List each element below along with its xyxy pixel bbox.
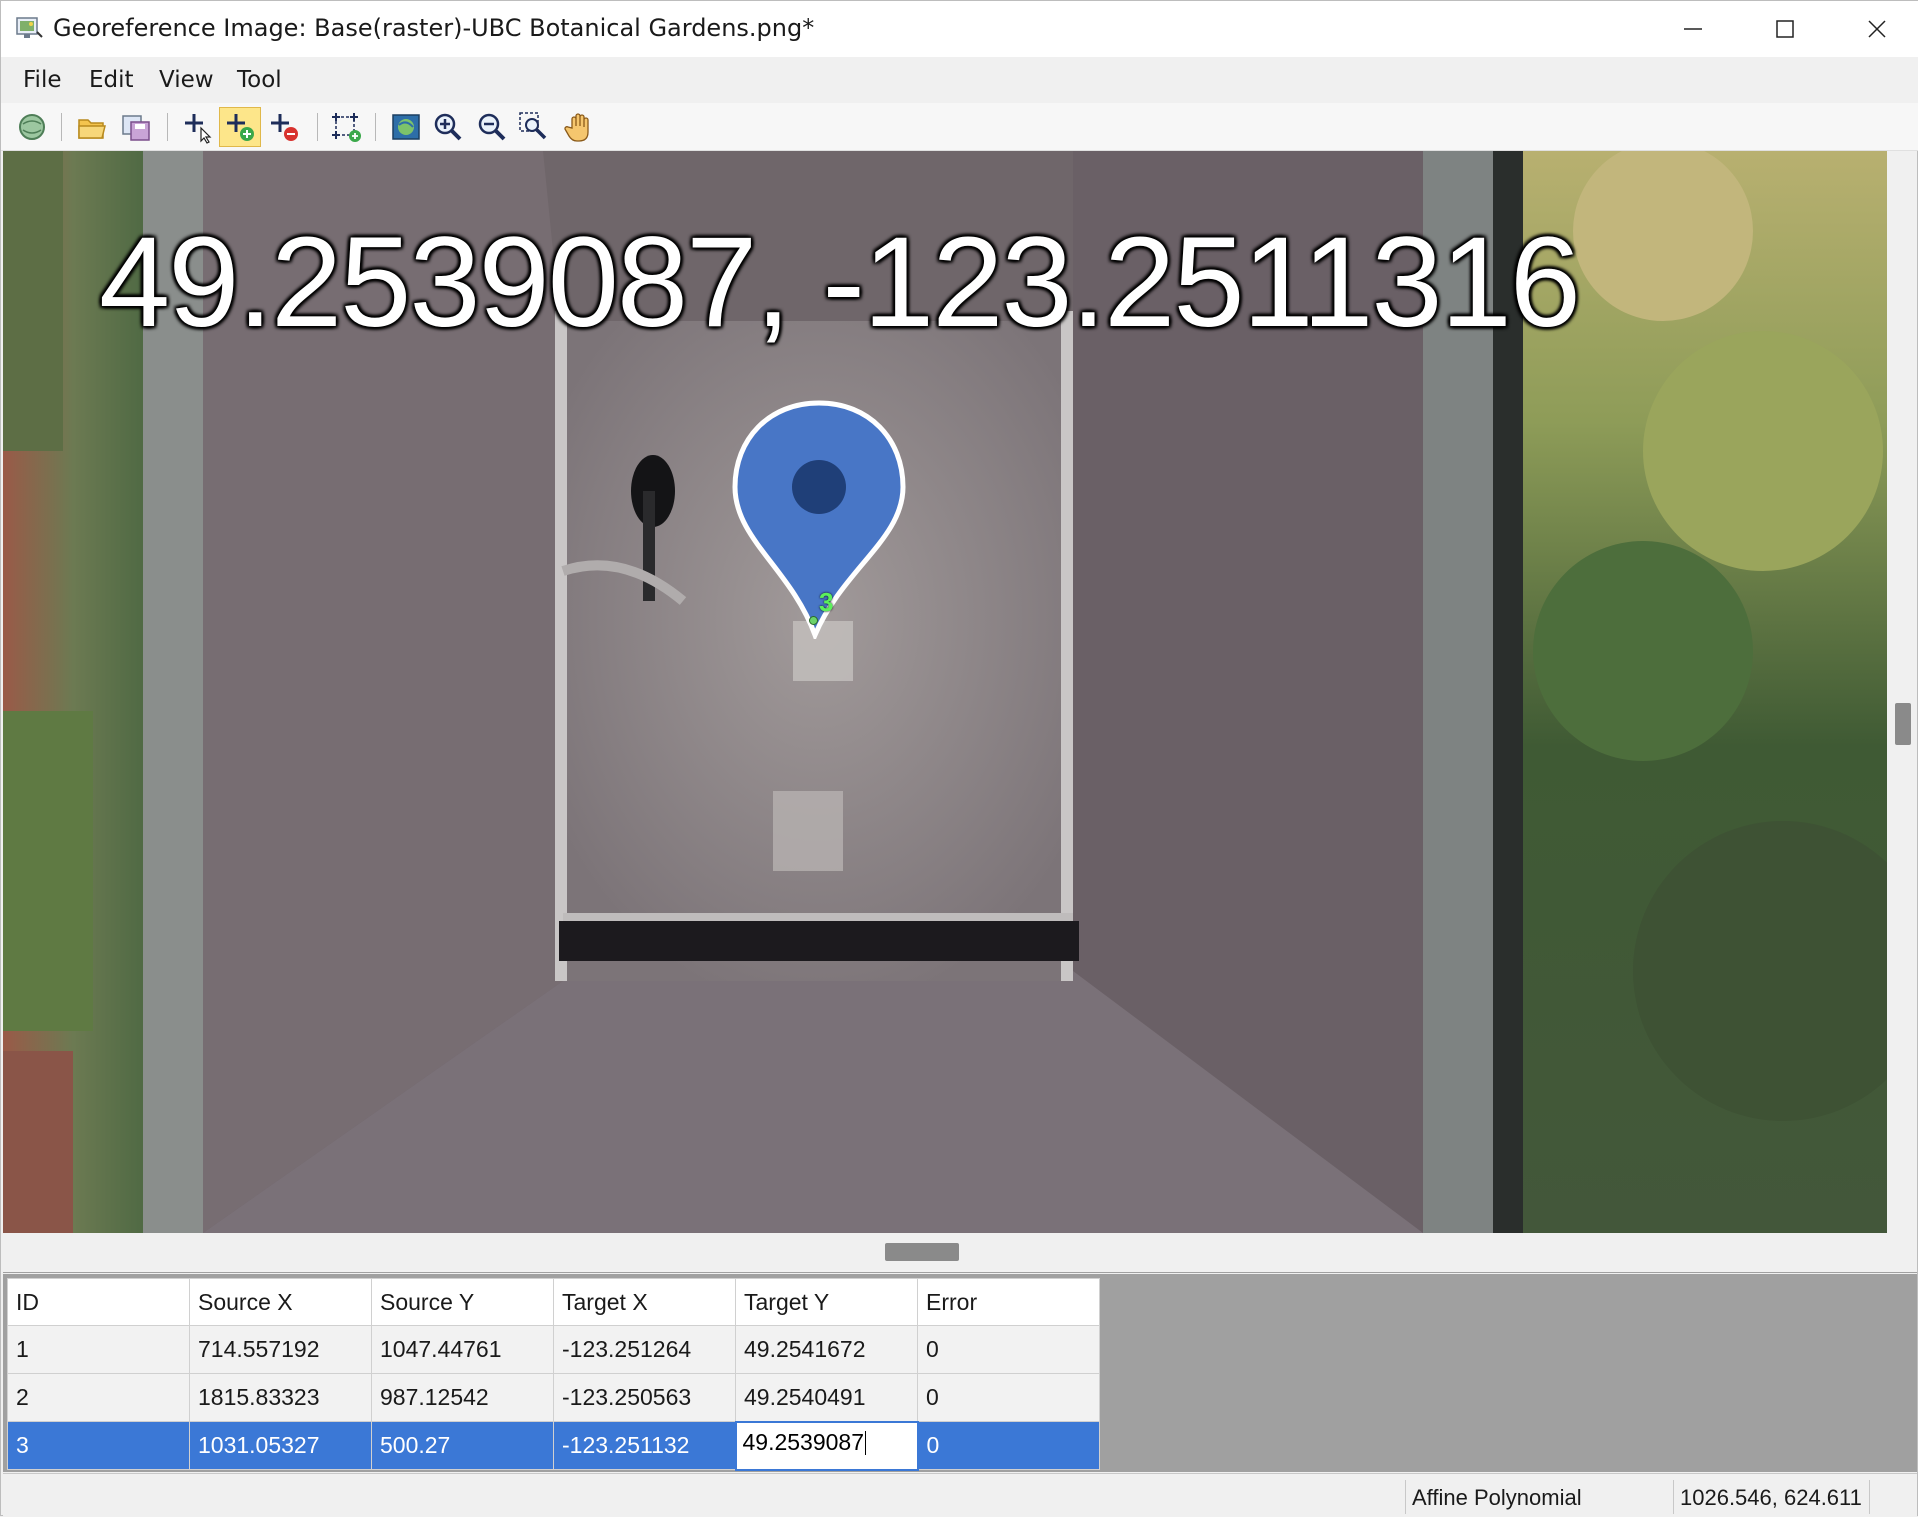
cell-target-y-editor[interactable]: 49.2539087: [734, 1420, 919, 1471]
full-extent-button[interactable]: [385, 107, 427, 147]
size-grip[interactable]: [1869, 1480, 1917, 1514]
cell-target-y-value[interactable]: 49.2539087: [743, 1429, 865, 1455]
column-header-target-x[interactable]: Target X: [553, 1278, 736, 1326]
save-image-button[interactable]: [115, 107, 157, 147]
add-point-icon: [227, 114, 254, 141]
cell-source-x[interactable]: 1815.83323: [189, 1373, 372, 1422]
column-header-id[interactable]: ID: [7, 1278, 190, 1326]
table-row[interactable]: 1 714.557192 1047.44761 -123.251264 49.2…: [7, 1325, 1100, 1374]
vertical-scrollbar[interactable]: [1887, 151, 1917, 1233]
cell-target-x[interactable]: -123.251132: [553, 1421, 736, 1470]
column-header-target-y[interactable]: Target Y: [735, 1278, 918, 1326]
toolbar: [1, 103, 1918, 151]
zoom-out-button[interactable]: [471, 107, 513, 147]
splitter-bar[interactable]: [3, 1233, 1917, 1273]
coordinate-overlay-text: 49.2539087, -123.2511316: [99, 211, 1581, 354]
control-points-table: ID Source X Source Y Target X Target Y E…: [7, 1278, 1100, 1471]
maximize-button[interactable]: [1739, 1, 1831, 57]
cell-error[interactable]: 0: [917, 1373, 1100, 1422]
cursor-coordinates-status: 1026.546, 624.611: [1673, 1480, 1869, 1514]
georeference-icon: [19, 114, 45, 140]
menu-bar: File Edit View Tool: [1, 57, 1918, 103]
cell-target-x[interactable]: -123.250563: [553, 1373, 736, 1422]
georeference-button[interactable]: [11, 107, 53, 147]
cell-source-y[interactable]: 500.27: [371, 1421, 554, 1470]
delete-point-button[interactable]: [263, 107, 305, 147]
delete-point-icon: [271, 114, 298, 141]
title-bar: Georeference Image: Base(raster)-UBC Bot…: [1, 1, 1918, 57]
status-bar: Affine Polynomial 1026.546, 624.611: [3, 1473, 1917, 1517]
menu-tool[interactable]: Tool: [237, 67, 282, 93]
minimize-button[interactable]: [1647, 1, 1739, 57]
fit-points-icon: [332, 113, 361, 142]
cell-target-x[interactable]: -123.251264: [553, 1325, 736, 1374]
control-point-marker[interactable]: [809, 616, 818, 625]
toolbar-separator: [317, 113, 318, 141]
table-header-row: ID Source X Source Y Target X Target Y E…: [7, 1278, 1100, 1326]
select-point-button[interactable]: [177, 107, 219, 147]
select-point-icon: [185, 114, 212, 144]
table-row-selected[interactable]: 3 1031.05327 500.27 -123.251132 49.25390…: [7, 1420, 1100, 1471]
menu-view[interactable]: View: [159, 67, 214, 93]
close-button[interactable]: [1831, 1, 1918, 57]
cell-id[interactable]: 2: [7, 1373, 190, 1422]
cell-target-y[interactable]: 49.2541672: [735, 1325, 918, 1374]
open-button[interactable]: [71, 107, 113, 147]
column-header-error[interactable]: Error: [917, 1278, 1100, 1326]
control-point-label: 3: [819, 587, 834, 617]
close-icon: [1868, 20, 1886, 38]
cell-source-x[interactable]: 1031.05327: [189, 1421, 372, 1470]
cell-error[interactable]: 0: [917, 1325, 1100, 1374]
zoom-out-icon: [478, 113, 506, 141]
cell-id[interactable]: 3: [7, 1421, 190, 1470]
open-folder-icon: [78, 119, 106, 139]
cell-source-x[interactable]: 714.557192: [189, 1325, 372, 1374]
georeference-window: Georeference Image: Base(raster)-UBC Bot…: [0, 0, 1918, 1517]
text-caret: [865, 1431, 867, 1456]
transform-type-status: Affine Polynomial: [1405, 1480, 1673, 1514]
toolbar-separator: [61, 113, 62, 141]
pan-button[interactable]: [559, 107, 601, 147]
map-canvas[interactable]: 49.2539087, -123.2511316 3: [3, 151, 1887, 1233]
column-header-source-x[interactable]: Source X: [189, 1278, 372, 1326]
cell-id[interactable]: 1: [7, 1325, 190, 1374]
minimize-icon: [1684, 28, 1702, 30]
fit-points-button[interactable]: [325, 107, 367, 147]
app-icon: [15, 15, 43, 43]
vertical-scroll-thumb[interactable]: [1895, 703, 1911, 745]
zoom-box-button[interactable]: [513, 107, 555, 147]
zoom-in-icon: [434, 113, 462, 141]
save-image-icon: [122, 115, 150, 141]
cell-target-y[interactable]: 49.2540491: [735, 1373, 918, 1422]
window-title: Georeference Image: Base(raster)-UBC Bot…: [53, 14, 815, 42]
cell-source-y[interactable]: 1047.44761: [371, 1325, 554, 1374]
menu-edit[interactable]: Edit: [89, 67, 134, 93]
column-header-source-y[interactable]: Source Y: [371, 1278, 554, 1326]
add-point-button[interactable]: [219, 107, 261, 147]
table-row[interactable]: 2 1815.83323 987.12542 -123.250563 49.25…: [7, 1373, 1100, 1422]
zoom-box-icon: [519, 112, 547, 140]
control-points-panel: ID Source X Source Y Target X Target Y E…: [3, 1274, 1917, 1472]
pan-hand-icon: [564, 113, 589, 142]
toolbar-separator: [375, 113, 376, 141]
toolbar-separator: [167, 113, 168, 141]
splitter-handle[interactable]: [885, 1243, 959, 1261]
full-extent-icon: [392, 114, 420, 140]
maximize-icon: [1776, 20, 1794, 38]
cell-source-y[interactable]: 987.12542: [371, 1373, 554, 1422]
menu-file[interactable]: File: [23, 67, 62, 93]
cell-error[interactable]: 0: [917, 1421, 1100, 1470]
zoom-in-button[interactable]: [427, 107, 469, 147]
